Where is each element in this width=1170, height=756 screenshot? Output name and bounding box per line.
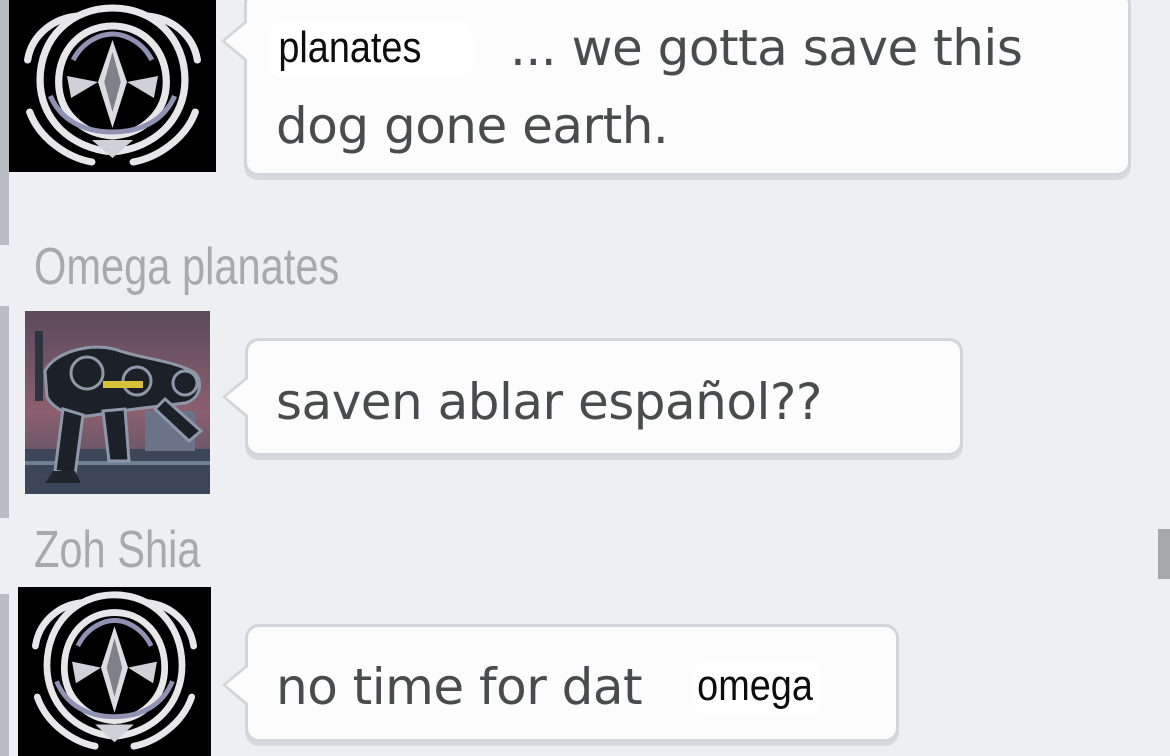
message-text: dog gone earth. [276, 97, 669, 155]
emblem-avatar-icon[interactable] [18, 587, 211, 756]
overlay-caption: omega [692, 660, 822, 716]
bubble-tail [222, 375, 249, 419]
emblem-avatar-icon[interactable] [9, 0, 216, 172]
sender-name: Omega planates [34, 238, 340, 296]
bubble-tail [222, 663, 249, 707]
message-text: ... we gotta save this [510, 19, 1023, 77]
message-text: saven ablar español?? [276, 373, 822, 431]
message-left-rule [0, 594, 9, 756]
mech-robot-avatar-icon[interactable] [25, 311, 210, 494]
bubble-tail [221, 19, 248, 63]
message-left-rule [0, 306, 9, 518]
sender-name: Zoh Shia [34, 521, 201, 579]
scrollbar-thumb[interactable] [1158, 529, 1170, 579]
message-left-rule [0, 0, 9, 245]
message-text: no time for dat [276, 658, 643, 716]
overlay-caption: planates [268, 20, 473, 78]
chat-log: ... we gotta save this dog gone earth. p… [0, 0, 1170, 756]
